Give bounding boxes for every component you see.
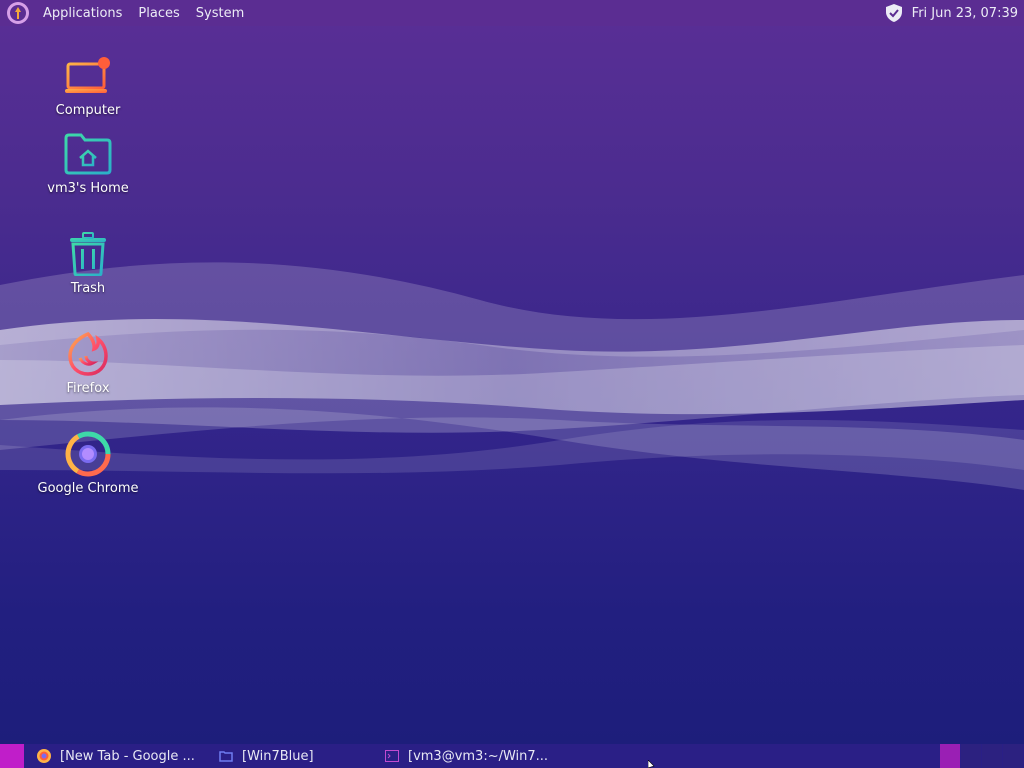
home-folder-icon — [62, 128, 114, 180]
desktop-icon-label: Trash — [70, 281, 106, 296]
menu-places[interactable]: Places — [130, 6, 187, 21]
desktop-icon-home[interactable]: vm3's Home — [28, 128, 148, 196]
desktop-icon-label: Firefox — [66, 381, 110, 396]
workspace-1[interactable] — [940, 744, 960, 768]
terminal-icon — [384, 748, 400, 764]
workspace-4[interactable] — [1003, 744, 1023, 768]
wallpaper-waves — [0, 262, 1024, 490]
trash-icon — [62, 228, 114, 280]
taskbar-item-label: [New Tab - Google ... — [60, 748, 195, 764]
desktop-icon-label: Computer — [55, 103, 121, 118]
workspace-3[interactable] — [982, 744, 1002, 768]
mouse-cursor — [648, 760, 655, 768]
desktop-icon-trash[interactable]: Trash — [28, 228, 148, 296]
show-desktop-button[interactable] — [0, 744, 24, 768]
chrome-icon — [36, 748, 52, 764]
desktop-icon-label: Google Chrome — [37, 481, 139, 496]
desktop-icon-label: vm3's Home — [47, 181, 129, 196]
distro-logo-icon[interactable] — [7, 2, 29, 24]
menu-system[interactable]: System — [188, 6, 252, 21]
desktop-icon-firefox[interactable]: Firefox — [28, 328, 148, 396]
firefox-icon — [62, 328, 114, 380]
taskbar-item-chrome[interactable]: [New Tab - Google ... — [24, 744, 206, 768]
bottom-panel: [New Tab - Google ... [Win7Blue] [vm3@vm… — [0, 744, 1024, 768]
folder-icon — [218, 748, 234, 764]
desktop-icon-computer[interactable]: Computer — [28, 50, 148, 118]
system-tray: Fri Jun 23, 07:39 — [884, 0, 1018, 26]
taskbar-item-terminal[interactable]: [vm3@vm3:~/Win7... — [372, 744, 564, 768]
menu-applications[interactable]: Applications — [35, 6, 130, 21]
workspace-2[interactable] — [961, 744, 981, 768]
computer-icon — [62, 50, 114, 102]
chrome-icon — [62, 428, 114, 480]
clock[interactable]: Fri Jun 23, 07:39 — [912, 6, 1018, 21]
taskbar-item-label: [vm3@vm3:~/Win7... — [408, 748, 549, 764]
desktop-icon-chrome[interactable]: Google Chrome — [28, 428, 148, 496]
taskbar-item-file-manager[interactable]: [Win7Blue] — [206, 744, 372, 768]
top-panel: Applications Places System Fri Jun 23, 0… — [0, 0, 1024, 26]
taskbar-item-label: [Win7Blue] — [242, 748, 314, 764]
shield-check-icon[interactable] — [884, 3, 904, 23]
